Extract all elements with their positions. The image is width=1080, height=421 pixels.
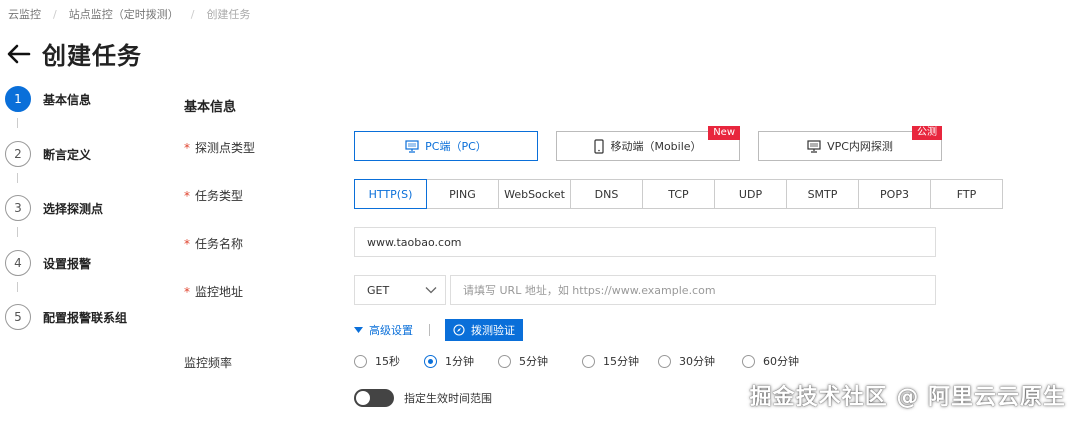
- step-connector: [17, 118, 18, 128]
- task-type-udp[interactable]: UDP: [714, 179, 787, 209]
- required-mark: *: [184, 141, 190, 155]
- step-label: 设置报警: [43, 256, 92, 271]
- radio-label: 30分钟: [679, 355, 715, 368]
- task-type-pop3[interactable]: POP3: [858, 179, 931, 209]
- chevron-down-icon: [425, 287, 437, 294]
- probe-verify-button[interactable]: 拨测验证: [445, 319, 523, 341]
- probe-option-pc[interactable]: PC端（PC）: [354, 131, 538, 161]
- radio-label: 60分钟: [763, 355, 799, 368]
- step-3[interactable]: 3 选择探测点: [5, 195, 103, 221]
- frequency-label: 监控频率: [184, 356, 233, 370]
- new-badge: New: [708, 126, 740, 140]
- divider: [429, 324, 430, 336]
- required-mark: *: [184, 237, 190, 251]
- probe-option-vpc[interactable]: VPC内网探测 公测: [758, 126, 942, 161]
- probe-verify-label: 拨测验证: [471, 324, 515, 337]
- http-method-select[interactable]: GET: [354, 275, 446, 305]
- time-range-label: 指定生效时间范围: [404, 392, 492, 405]
- task-type-smtp[interactable]: SMTP: [786, 179, 859, 209]
- breadcrumb: 云监控 / 站点监控（定时拨测） / 创建任务: [8, 6, 250, 22]
- breadcrumb-separator: /: [53, 7, 57, 21]
- http-method-value: GET: [367, 283, 390, 297]
- frequency-option-1min[interactable]: 1分钟: [424, 353, 498, 369]
- radio-button-checked: [424, 354, 437, 368]
- beta-badge: 公测: [912, 126, 942, 140]
- page-title: 创建任务: [42, 42, 142, 70]
- section-title: 基本信息: [184, 100, 237, 115]
- url-input[interactable]: 请填写 URL 地址，如 https://www.example.com: [450, 275, 936, 305]
- switch-knob: [356, 391, 370, 405]
- step-number: 5: [5, 304, 31, 330]
- frequency-option-15s[interactable]: 15秒: [354, 353, 424, 369]
- page-header: 创建任务: [6, 36, 142, 71]
- radio-button: [742, 354, 755, 368]
- advanced-settings-label: 高级设置: [369, 324, 413, 337]
- breadcrumb-separator: /: [190, 7, 195, 21]
- step-number: 4: [5, 250, 31, 276]
- frequency-option-5min[interactable]: 5分钟: [498, 353, 582, 369]
- probe-option-label: 移动端（Mobile）: [610, 140, 702, 153]
- task-type-dns[interactable]: DNS: [570, 179, 643, 209]
- step-1[interactable]: 1 基本信息: [5, 86, 91, 112]
- radio-label: 15秒: [375, 355, 400, 368]
- arrow-left-icon: [7, 44, 31, 63]
- time-range-row: 指定生效时间范围: [354, 389, 492, 407]
- step-label: 基本信息: [43, 92, 92, 107]
- step-label: 配置报警联系组: [43, 310, 128, 325]
- task-type-websocket[interactable]: WebSocket: [498, 179, 571, 209]
- task-type-segmented: HTTP(S) PING WebSocket DNS TCP UDP SMTP …: [354, 179, 1003, 209]
- compass-icon: [453, 324, 465, 336]
- monitor-icon: [405, 139, 419, 153]
- radio-label: 1分钟: [445, 355, 474, 368]
- step-5[interactable]: 5 配置报警联系组: [5, 304, 127, 330]
- step-connector: [17, 227, 18, 237]
- radio-button: [354, 354, 367, 368]
- step-2[interactable]: 2 断言定义: [5, 141, 91, 167]
- task-type-https[interactable]: HTTP(S): [354, 179, 427, 209]
- monitor-icon: [807, 139, 821, 153]
- task-name-input[interactable]: www.taobao.com: [354, 227, 936, 257]
- step-label: 选择探测点: [43, 201, 104, 216]
- breadcrumb-item-current: 创建任务: [206, 8, 251, 21]
- probe-option-mobile[interactable]: 移动端（Mobile） New: [556, 126, 740, 161]
- mobile-icon: [594, 138, 605, 154]
- frequency-option-15min[interactable]: 15分钟: [582, 353, 658, 369]
- required-mark: *: [184, 189, 190, 203]
- required-mark: *: [184, 285, 190, 299]
- probe-option-label: VPC内网探测: [827, 140, 893, 153]
- step-4[interactable]: 4 设置报警: [5, 250, 91, 276]
- step-number: 2: [5, 141, 31, 167]
- monitor-address-label: * 监控地址: [184, 285, 244, 299]
- breadcrumb-item-site-monitor[interactable]: 站点监控（定时拨测）: [69, 6, 179, 22]
- caret-down-icon: [354, 327, 363, 333]
- back-button[interactable]: [6, 39, 32, 69]
- task-type-label: * 任务类型: [184, 189, 244, 203]
- radio-label: 15分钟: [603, 355, 639, 368]
- probe-option-label: PC端（PC）: [425, 140, 487, 153]
- radio-button: [582, 354, 595, 368]
- frequency-option-30min[interactable]: 30分钟: [658, 353, 742, 369]
- task-type-ftp[interactable]: FTP: [930, 179, 1003, 209]
- task-name-label: * 任务名称: [184, 237, 244, 251]
- breadcrumb-item-cloud-monitor[interactable]: 云监控: [8, 6, 41, 22]
- radio-button: [498, 354, 511, 368]
- watermark: 掘金技术社区 @ 阿里云云原生: [749, 385, 1066, 410]
- step-connector: [17, 173, 18, 183]
- frequency-radio-group: 15秒 1分钟 5分钟 15分钟 30分钟 60分钟: [354, 353, 799, 369]
- step-label: 断言定义: [43, 147, 92, 162]
- frequency-option-60min[interactable]: 60分钟: [742, 353, 799, 369]
- advanced-settings-toggle[interactable]: 高级设置: [354, 322, 413, 338]
- radio-button: [658, 354, 671, 368]
- step-number: 1: [5, 86, 31, 112]
- task-type-tcp[interactable]: TCP: [642, 179, 715, 209]
- step-number: 3: [5, 195, 31, 221]
- time-range-switch[interactable]: [354, 389, 394, 407]
- probe-type-label: * 探测点类型: [184, 141, 256, 155]
- radio-label: 5分钟: [519, 355, 548, 368]
- task-type-ping[interactable]: PING: [426, 179, 499, 209]
- step-connector: [17, 282, 18, 292]
